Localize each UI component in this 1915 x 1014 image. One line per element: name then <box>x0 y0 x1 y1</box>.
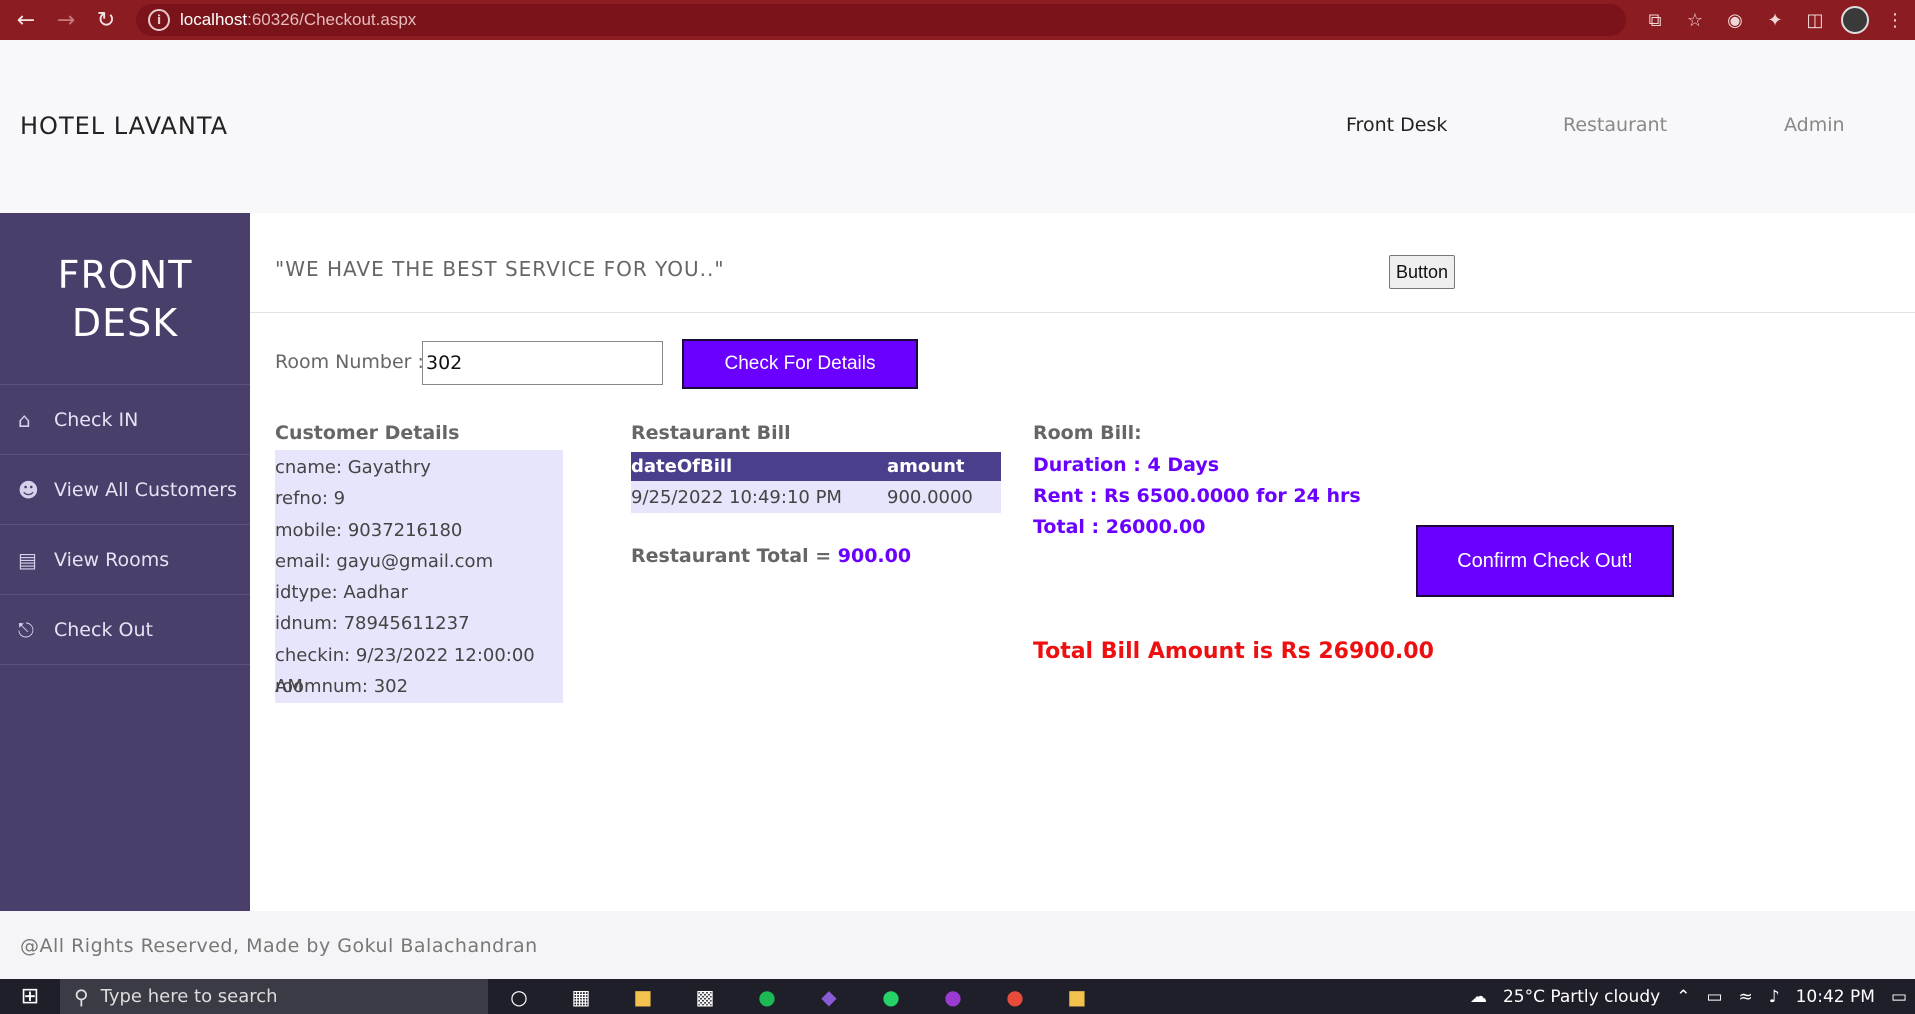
bill-date-cell: 9/25/2022 10:49:10 PM <box>631 481 887 513</box>
main-content: "WE HAVE THE BEST SERVICE FOR YOU.." But… <box>250 213 1915 911</box>
column-header-amount: amount <box>887 452 1001 481</box>
spotify-icon[interactable]: ● <box>736 985 798 1009</box>
podcast-icon[interactable]: ● <box>922 985 984 1009</box>
sitemap-icon: ⎋ <box>18 617 34 642</box>
customer-refno: refno: 9 <box>275 488 346 510</box>
taskbar-search-placeholder: Type here to search <box>100 986 278 1007</box>
customer-details-title: Customer Details <box>275 422 460 444</box>
restaurant-total-label: Restaurant Total = <box>631 545 832 567</box>
bill-amount-cell: 900.0000 <box>887 481 1001 513</box>
sidebar-title: FRONT DESK <box>0 213 250 385</box>
windows-start-icon[interactable]: ⊞ <box>0 984 60 1009</box>
customer-name: cname: Gayathry <box>275 457 431 478</box>
room-bill-duration: Duration : 4 Days <box>1033 454 1220 476</box>
room-number-label: Room Number : <box>275 351 424 373</box>
cortana-icon[interactable]: ○ <box>488 985 550 1009</box>
chrome-icon[interactable]: ● <box>984 985 1046 1009</box>
share-icon[interactable]: ⧉ <box>1635 10 1675 31</box>
customer-roomnum: roomnum: 302 <box>275 676 409 698</box>
id-card-icon: ▤ <box>18 547 37 572</box>
search-icon: ⚲ <box>74 984 89 1009</box>
weather-icon[interactable]: ☁ <box>1470 987 1487 1007</box>
column-header-date: dateOfBill <box>631 452 887 481</box>
site-footer: @All Rights Reserved, Made by Gokul Bala… <box>0 911 1915 979</box>
battery-icon[interactable]: ▭ <box>1706 987 1722 1007</box>
customer-idtype: idtype: Aadhar <box>275 582 409 604</box>
visual-studio-icon[interactable]: ◆ <box>798 985 860 1009</box>
home-icon: ⌂ <box>18 407 31 432</box>
tagline-row: "WE HAVE THE BEST SERVICE FOR YOU.." But… <box>250 213 1915 313</box>
taskbar-search[interactable]: ⚲ Type here to search <box>60 979 488 1014</box>
windows-taskbar: ⊞ ⚲ Type here to search ○ ▦ ■ ▩ ● ◆ ● ● … <box>0 979 1915 1014</box>
sidebar-title-line2: DESK <box>71 300 179 345</box>
user-icon: ☻ <box>18 477 39 502</box>
sidebar-item-view-rooms[interactable]: ▤ View Rooms <box>0 525 250 595</box>
sidebar-item-check-in[interactable]: ⌂ Check IN <box>0 385 250 455</box>
weather-text[interactable]: 25°C Partly cloudy <box>1503 987 1660 1007</box>
system-tray: ☁ 25°C Partly cloudy ⌃ ▭ ≈ ♪ 10:42 PM ▭ <box>1462 979 1915 1014</box>
reload-icon[interactable]: ↻ <box>86 0 126 40</box>
sidebar-title-line1: FRONT <box>57 252 193 297</box>
restaurant-total: Restaurant Total = 900.00 <box>631 545 911 567</box>
room-bill-rent: Rent : Rs 6500.0000 for 24 hrs <box>1033 485 1361 507</box>
nav-restaurant[interactable]: Restaurant <box>1563 114 1667 136</box>
customer-mobile: mobile: 9037216180 <box>275 519 463 541</box>
wifi-icon[interactable]: ≈ <box>1739 987 1753 1007</box>
profile-avatar[interactable] <box>1841 6 1869 34</box>
url-text: localhost:60326/Checkout.aspx <box>180 10 416 30</box>
chevron-up-icon[interactable]: ⌃ <box>1676 987 1690 1007</box>
table-header-row: dateOfBill amount <box>631 452 1001 481</box>
room-number-input[interactable] <box>422 341 663 385</box>
back-arrow-icon[interactable]: ← <box>6 0 46 40</box>
restaurant-bill-table: dateOfBill amount 9/25/2022 10:49:10 PM … <box>631 452 1001 513</box>
browser-toolbar: ← → ↻ i localhost:60326/Checkout.aspx ⧉ … <box>0 0 1915 40</box>
restaurant-bill-title: Restaurant Bill <box>631 422 791 444</box>
footer-text: @All Rights Reserved, Made by Gokul Bala… <box>20 935 538 957</box>
bookmark-star-icon[interactable]: ☆ <box>1675 10 1715 31</box>
sticky-notes-icon[interactable]: ■ <box>1046 985 1108 1009</box>
file-explorer-icon[interactable]: ■ <box>612 985 674 1009</box>
site-header: HOTEL LAVANTA Front Desk Restaurant Admi… <box>0 40 1915 213</box>
room-bill-total: Total : 26000.00 <box>1033 516 1206 538</box>
clock-time[interactable]: 10:42 PM <box>1796 987 1875 1007</box>
room-bill-title: Room Bill: <box>1033 422 1142 444</box>
customer-details-list: cname: Gayathry refno: 9 mobile: 9037216… <box>275 450 563 703</box>
address-bar[interactable]: i localhost:60326/Checkout.aspx <box>136 4 1626 36</box>
sidebar-item-view-all-customers[interactable]: ☻ View All Customers <box>0 455 250 525</box>
sidebar-item-label: View All Customers <box>54 478 237 501</box>
sidebar-item-check-out[interactable]: ⎋ Check Out <box>0 595 250 665</box>
site-info-icon[interactable]: i <box>148 9 170 31</box>
restaurant-total-value: 900.00 <box>837 545 912 567</box>
sidebar-item-label: View Rooms <box>54 548 170 571</box>
table-row: 9/25/2022 10:49:10 PM 900.0000 <box>631 481 1001 513</box>
total-bill-amount: Total Bill Amount is Rs 26900.00 <box>1033 639 1434 664</box>
menu-kebab-icon[interactable]: ⋮ <box>1875 10 1915 31</box>
confirm-check-out-button[interactable]: Confirm Check Out! <box>1416 525 1674 597</box>
sidebar-item-label: Check IN <box>54 408 139 431</box>
side-panel-icon[interactable]: ◫ <box>1795 10 1835 31</box>
check-for-details-button[interactable]: Check For Details <box>682 339 918 389</box>
brand-title[interactable]: HOTEL LAVANTA <box>20 112 228 140</box>
nav-front-desk[interactable]: Front Desk <box>1346 114 1447 136</box>
customer-email: email: gayu@gmail.com <box>275 550 494 572</box>
customer-checkin: checkin: 9/23/2022 12:00:00 AM <box>275 644 535 697</box>
generic-button[interactable]: Button <box>1389 255 1455 289</box>
camera-icon[interactable]: ◉ <box>1715 10 1755 31</box>
nav-admin[interactable]: Admin <box>1784 114 1845 136</box>
terminal-icon[interactable]: ▩ <box>674 985 736 1009</box>
volume-icon[interactable]: ♪ <box>1769 987 1780 1007</box>
customer-idnum: idnum: 78945611237 <box>275 613 470 635</box>
sidebar: FRONT DESK ⌂ Check IN ☻ View All Customer… <box>0 213 250 911</box>
extensions-puzzle-icon[interactable]: ✦ <box>1755 10 1795 31</box>
tagline: "WE HAVE THE BEST SERVICE FOR YOU.." <box>275 257 725 281</box>
whatsapp-icon[interactable]: ● <box>860 985 922 1009</box>
sidebar-item-label: Check Out <box>54 618 153 641</box>
task-view-icon[interactable]: ▦ <box>550 985 612 1009</box>
forward-arrow-icon[interactable]: → <box>46 0 86 40</box>
notification-icon[interactable]: ▭ <box>1891 987 1907 1007</box>
url-path: :60326/Checkout.aspx <box>247 10 417 29</box>
url-host: localhost <box>180 10 248 29</box>
